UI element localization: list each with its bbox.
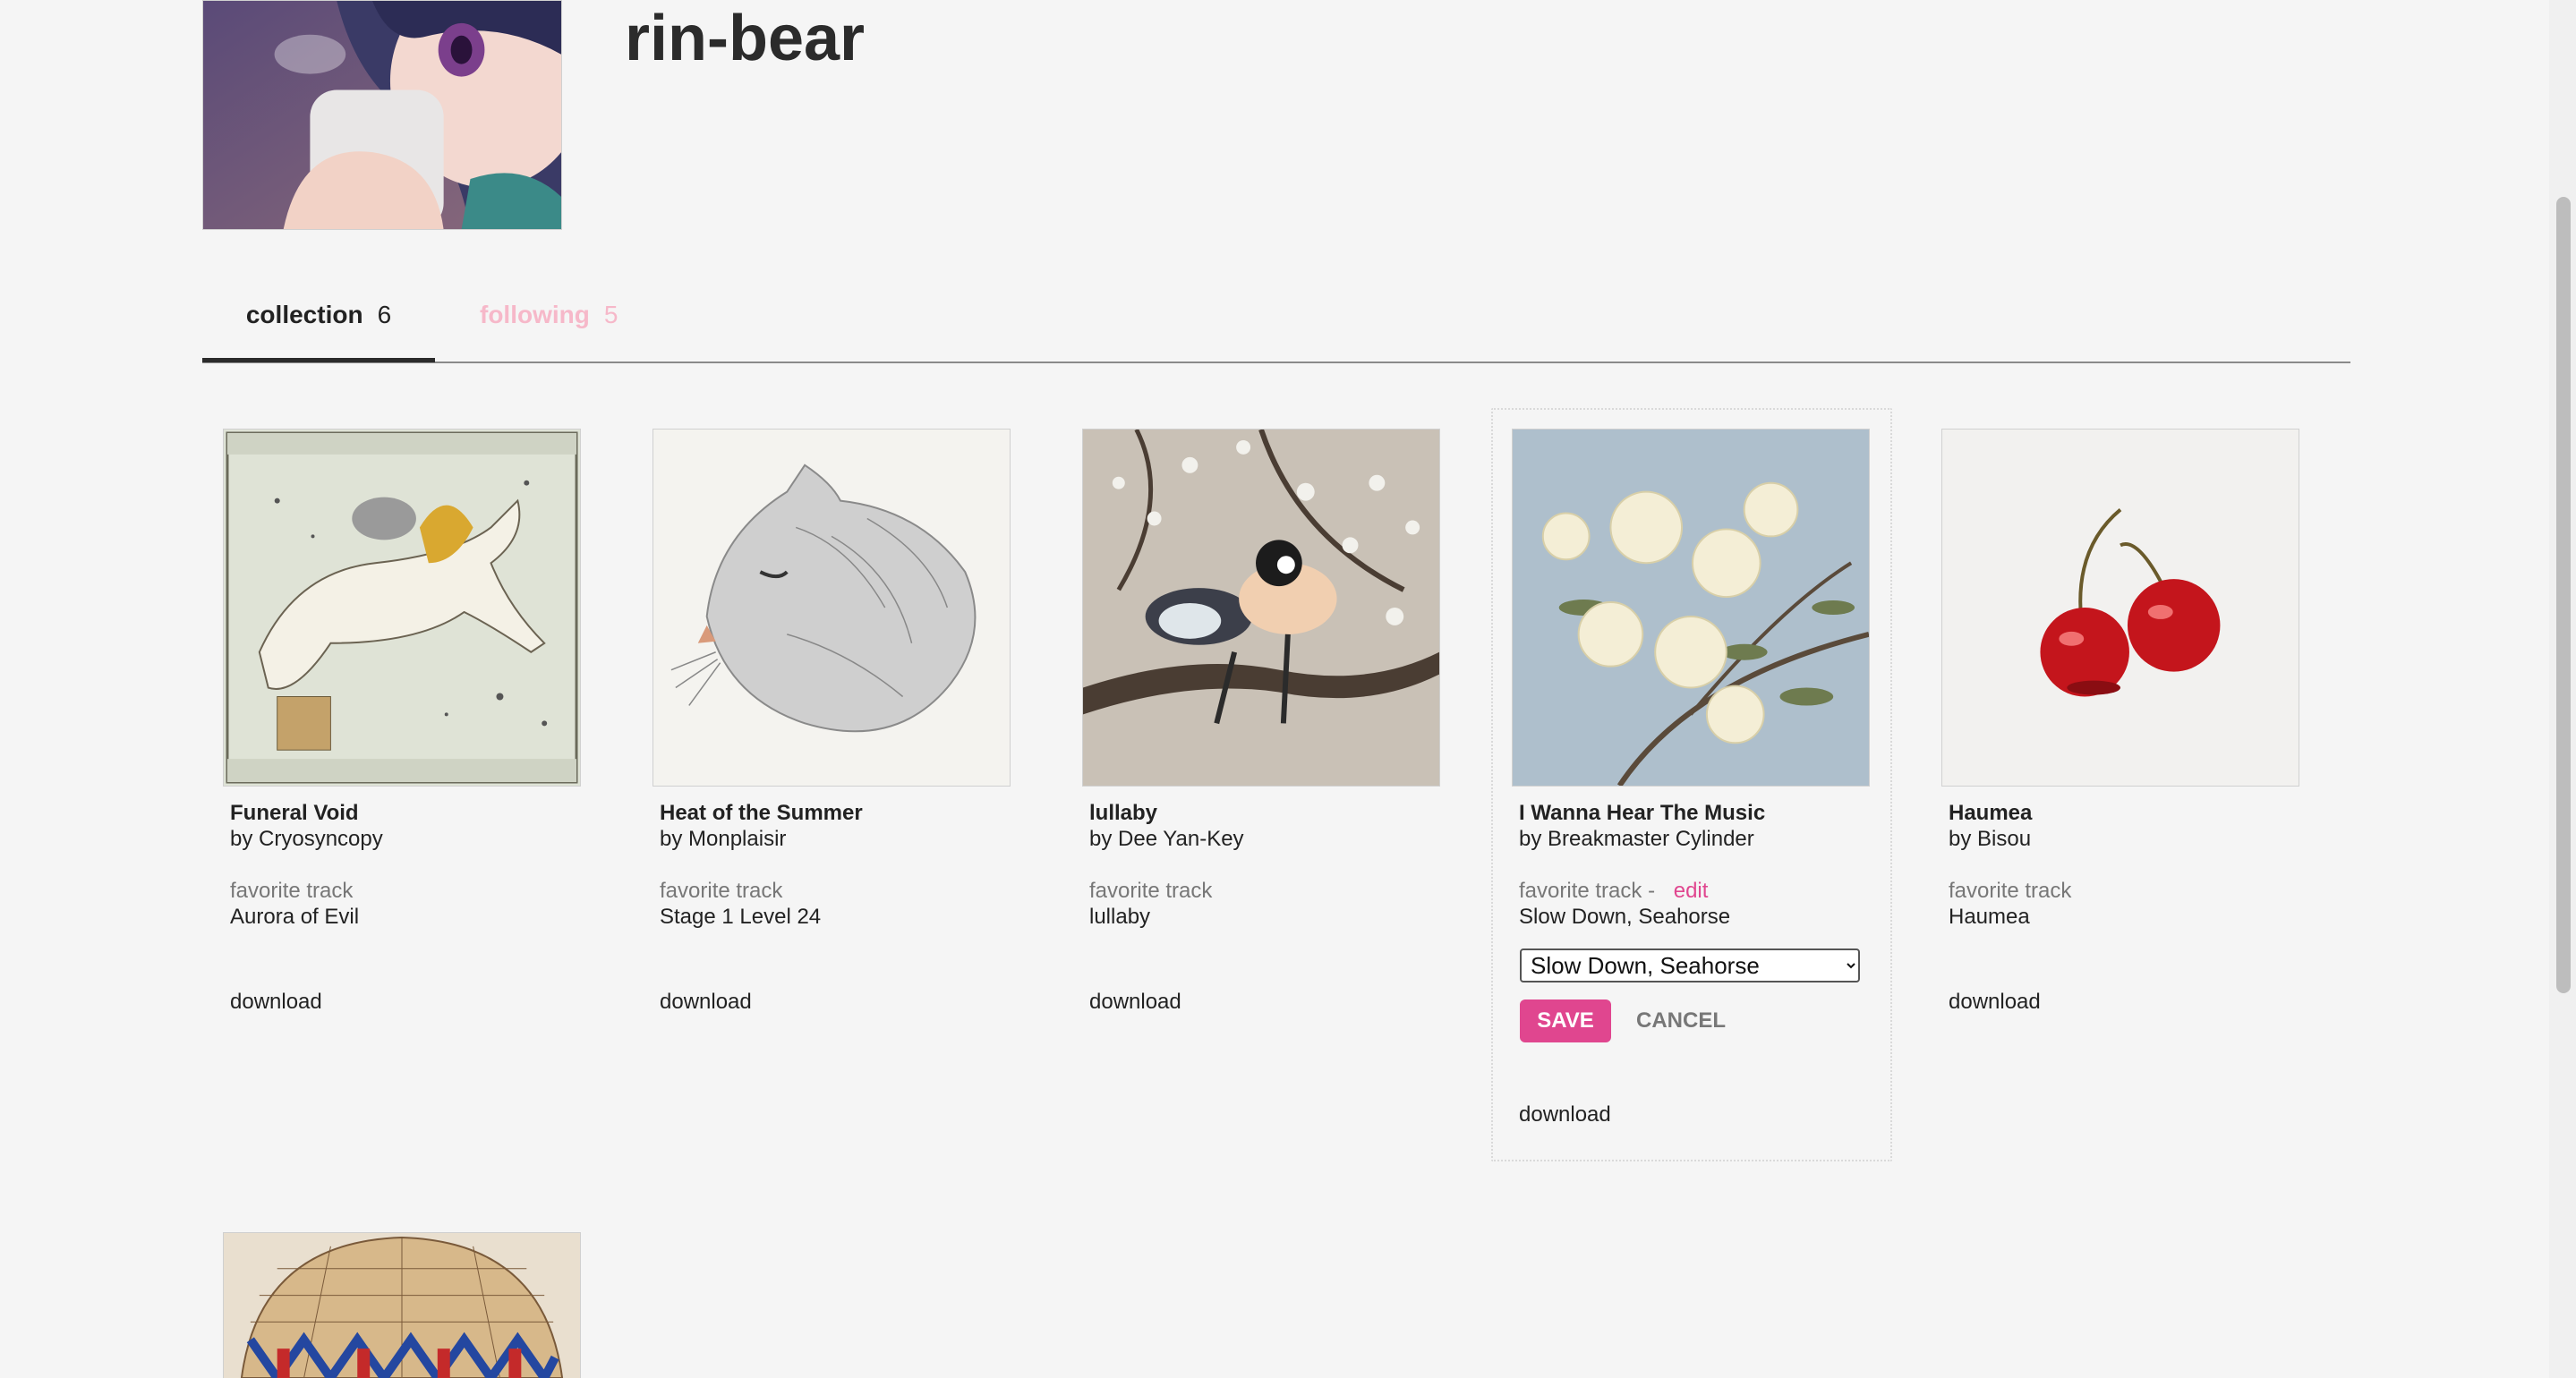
profile-username: rin-bear bbox=[625, 3, 866, 74]
download-link[interactable]: download bbox=[1089, 990, 1181, 1015]
edit-favorite-link[interactable]: edit bbox=[1674, 879, 1709, 903]
tab-collection[interactable]: collection 6 bbox=[202, 301, 435, 362]
album-artist[interactable]: by Cryosyncopy bbox=[230, 826, 588, 852]
favorite-track-label: favorite track bbox=[660, 879, 783, 903]
album-info: Haumea by Bisou favorite track Haumea bbox=[1949, 800, 2307, 930]
album-info: I Wanna Hear The Music by Breakmaster Cy… bbox=[1519, 800, 1877, 930]
favorite-track-select[interactable]: Slow Down, Seahorse bbox=[1520, 948, 1860, 982]
favorite-track-label: favorite track bbox=[230, 879, 354, 903]
album-title[interactable]: I Wanna Hear The Music bbox=[1519, 800, 1877, 826]
favorite-track-label-text: favorite track bbox=[1519, 879, 1642, 903]
favorite-track-name: Aurora of Evil bbox=[230, 905, 360, 929]
album-info: lullaby by Dee Yan-Key favorite track lu… bbox=[1089, 800, 1447, 930]
favorite-track-name: Slow Down, Seahorse bbox=[1519, 905, 1731, 929]
tab-following-count: 5 bbox=[603, 301, 618, 328]
tab-following[interactable]: following 5 bbox=[480, 301, 618, 360]
scrollbar-track[interactable] bbox=[2549, 0, 2576, 1378]
favorite-track-label: favorite track bbox=[1949, 879, 2072, 903]
save-button[interactable]: SAVE bbox=[1520, 999, 1611, 1042]
tab-collection-count: 6 bbox=[377, 301, 392, 328]
album-title[interactable]: Funeral Void bbox=[230, 800, 588, 826]
favorite-track-name: lullaby bbox=[1089, 905, 1151, 929]
album-info: Heat of the Summer by Monplaisir favorit… bbox=[660, 800, 1018, 930]
album-artist[interactable]: by Monplaisir bbox=[660, 826, 1018, 852]
album-cover-funeral-void[interactable] bbox=[223, 429, 581, 787]
album-cover-partial[interactable] bbox=[223, 1232, 581, 1378]
album-title[interactable]: Heat of the Summer bbox=[660, 800, 1018, 826]
album-cover-heat-of-the-summer[interactable] bbox=[653, 429, 1011, 787]
page: rin-bear collection 6 following 5 Funera… bbox=[0, 0, 2576, 1378]
tab-collection-label: collection bbox=[245, 301, 363, 328]
download-link[interactable]: download bbox=[660, 990, 752, 1015]
album-cover-i-wanna-hear-the-music[interactable] bbox=[1512, 429, 1870, 787]
album-artist[interactable]: by Bisou bbox=[1949, 826, 2307, 852]
album-artist[interactable]: by Dee Yan-Key bbox=[1089, 826, 1447, 852]
album-title[interactable]: lullaby bbox=[1089, 800, 1447, 826]
download-link[interactable]: download bbox=[230, 990, 322, 1015]
favorite-track-name: Stage 1 Level 24 bbox=[660, 905, 822, 929]
favorite-track-name: Haumea bbox=[1949, 905, 2030, 929]
favorite-track-label: favorite track - edit bbox=[1519, 878, 1877, 904]
profile-tabs: collection 6 following 5 bbox=[202, 283, 2350, 363]
favorite-track-label: favorite track bbox=[1089, 879, 1213, 903]
cancel-button[interactable]: CANCEL bbox=[1631, 999, 1731, 1042]
album-info: Funeral Void by Cryosyncopy favorite tra… bbox=[230, 800, 588, 930]
album-title[interactable]: Haumea bbox=[1949, 800, 2307, 826]
profile-avatar[interactable] bbox=[202, 0, 562, 230]
scrollbar-thumb[interactable] bbox=[2556, 197, 2571, 993]
album-cover-haumea[interactable] bbox=[1941, 429, 2299, 787]
tab-following-label: following bbox=[480, 301, 590, 328]
album-artist[interactable]: by Breakmaster Cylinder bbox=[1519, 826, 1877, 852]
album-cover-lullaby[interactable] bbox=[1082, 429, 1440, 787]
download-link[interactable]: download bbox=[1519, 1102, 1611, 1127]
favorite-track-separator: - bbox=[1648, 879, 1656, 903]
download-link[interactable]: download bbox=[1949, 990, 2041, 1015]
